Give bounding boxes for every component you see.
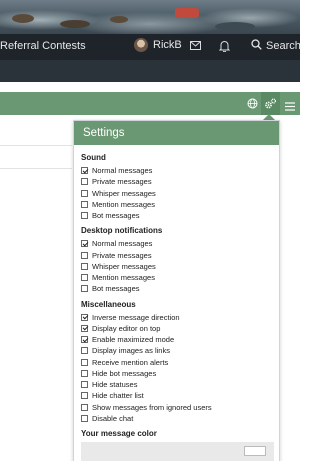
checkbox[interactable] bbox=[81, 212, 88, 220]
settings-option[interactable]: Show messages from ignored users bbox=[81, 402, 272, 413]
chat-divider bbox=[0, 145, 72, 146]
option-label: Disable chat bbox=[92, 413, 134, 423]
checkbox[interactable] bbox=[81, 178, 88, 186]
chat-header-bar bbox=[0, 92, 300, 115]
settings-option[interactable]: Inverse message direction bbox=[81, 312, 272, 323]
option-label: Receive mention alerts bbox=[92, 357, 169, 367]
option-label: Show messages from ignored users bbox=[92, 402, 212, 412]
option-label: Normal messages bbox=[92, 239, 153, 249]
checkbox-checked[interactable] bbox=[81, 324, 88, 332]
option-label: Enable maximized mode bbox=[92, 335, 175, 345]
checkbox[interactable] bbox=[81, 414, 88, 422]
checkbox[interactable] bbox=[81, 274, 88, 282]
message-color-heading: Your message color bbox=[81, 429, 157, 438]
settings-option[interactable]: Whisper messages bbox=[81, 261, 272, 272]
option-label: Hide statuses bbox=[92, 380, 138, 390]
option-label: Whisper messages bbox=[92, 188, 156, 198]
settings-title: Settings bbox=[74, 121, 279, 145]
username: RickB bbox=[153, 39, 182, 51]
envelope-icon[interactable] bbox=[190, 41, 201, 53]
checkbox[interactable] bbox=[81, 262, 88, 270]
search-button[interactable]: Search bbox=[251, 39, 301, 53]
settings-option[interactable]: Mention messages bbox=[81, 272, 272, 283]
avatar bbox=[134, 38, 148, 52]
option-label: Private messages bbox=[92, 250, 152, 260]
checkbox[interactable] bbox=[81, 392, 88, 400]
bell-icon[interactable] bbox=[218, 40, 231, 55]
hamburger-menu-icon[interactable] bbox=[285, 98, 295, 116]
settings-option[interactable]: Normal messages bbox=[81, 165, 272, 176]
checkbox-checked[interactable] bbox=[81, 336, 88, 344]
nav-link-referral-contests[interactable]: Referral Contests bbox=[0, 40, 86, 52]
checkbox-checked[interactable] bbox=[81, 313, 88, 321]
settings-section: Desktop notifications Normal messages Priv… bbox=[81, 225, 272, 294]
settings-option[interactable]: Whisper messages bbox=[81, 188, 272, 199]
user-menu[interactable]: RickB bbox=[134, 38, 182, 52]
settings-section-title: Miscellaneous bbox=[81, 299, 136, 309]
header-banner-image bbox=[0, 0, 300, 34]
checkbox[interactable] bbox=[81, 347, 88, 355]
settings-section-title: Desktop notifications bbox=[81, 226, 163, 236]
settings-option[interactable]: Display editor on top bbox=[81, 323, 272, 334]
settings-option[interactable]: Display images as links bbox=[81, 345, 272, 356]
checkbox[interactable] bbox=[81, 369, 88, 377]
globe-icon[interactable] bbox=[247, 96, 258, 114]
settings-section: Sound Normal messages Private messages Whis… bbox=[81, 152, 272, 221]
checkbox[interactable] bbox=[81, 200, 88, 208]
settings-option[interactable]: Hide statuses bbox=[81, 379, 272, 390]
checkbox-checked[interactable] bbox=[81, 240, 88, 248]
settings-option[interactable]: Private messages bbox=[81, 250, 272, 261]
option-label: Private messages bbox=[92, 177, 152, 187]
message-color-picker[interactable] bbox=[81, 442, 274, 461]
search-label: Search bbox=[266, 40, 301, 52]
settings-option[interactable]: Disable chat bbox=[81, 413, 272, 424]
checkbox[interactable] bbox=[81, 285, 88, 293]
chat-divider bbox=[0, 168, 72, 169]
checkbox[interactable] bbox=[81, 189, 88, 197]
settings-option[interactable]: Hide bot messages bbox=[81, 368, 272, 379]
option-label: Display editor on top bbox=[92, 323, 161, 333]
option-label: Mention messages bbox=[92, 199, 155, 209]
checkbox[interactable] bbox=[81, 403, 88, 411]
top-navigation-bar: Referral Contests RickB Search bbox=[0, 34, 301, 60]
secondary-navigation-bar bbox=[0, 60, 300, 82]
option-label: Bot messages bbox=[92, 211, 140, 221]
option-label: Whisper messages bbox=[92, 261, 156, 271]
option-label: Normal messages bbox=[92, 166, 153, 176]
checkbox[interactable] bbox=[81, 358, 88, 366]
settings-body: Sound Normal messages Private messages Whis… bbox=[74, 145, 279, 461]
settings-option[interactable]: Bot messages bbox=[81, 283, 272, 294]
settings-option[interactable]: Normal messages bbox=[81, 238, 272, 249]
option-label: Mention messages bbox=[92, 273, 155, 283]
settings-option[interactable]: Hide chatter list bbox=[81, 390, 272, 401]
gears-icon bbox=[264, 97, 277, 115]
checkbox[interactable] bbox=[81, 251, 88, 259]
settings-option[interactable]: Bot messages bbox=[81, 210, 272, 221]
settings-option[interactable]: Receive mention alerts bbox=[81, 357, 272, 368]
option-label: Inverse message direction bbox=[92, 312, 180, 322]
option-label: Hide chatter list bbox=[92, 391, 144, 401]
settings-toggle-button[interactable] bbox=[261, 92, 280, 115]
checkbox[interactable] bbox=[81, 381, 88, 389]
settings-section: Miscellaneous Inverse message direction Di… bbox=[81, 299, 272, 425]
settings-option[interactable]: Mention messages bbox=[81, 199, 272, 210]
settings-popup: Settings Sound Normal messages Private mes… bbox=[73, 120, 280, 461]
color-input[interactable] bbox=[244, 446, 266, 456]
option-label: Bot messages bbox=[92, 284, 140, 294]
settings-option[interactable]: Private messages bbox=[81, 176, 272, 187]
option-label: Display images as links bbox=[92, 346, 170, 356]
settings-option[interactable]: Enable maximized mode bbox=[81, 334, 272, 345]
checkbox-checked[interactable] bbox=[81, 167, 88, 175]
option-label: Hide bot messages bbox=[92, 368, 157, 378]
search-icon bbox=[251, 39, 262, 53]
settings-section-title: Sound bbox=[81, 153, 106, 162]
